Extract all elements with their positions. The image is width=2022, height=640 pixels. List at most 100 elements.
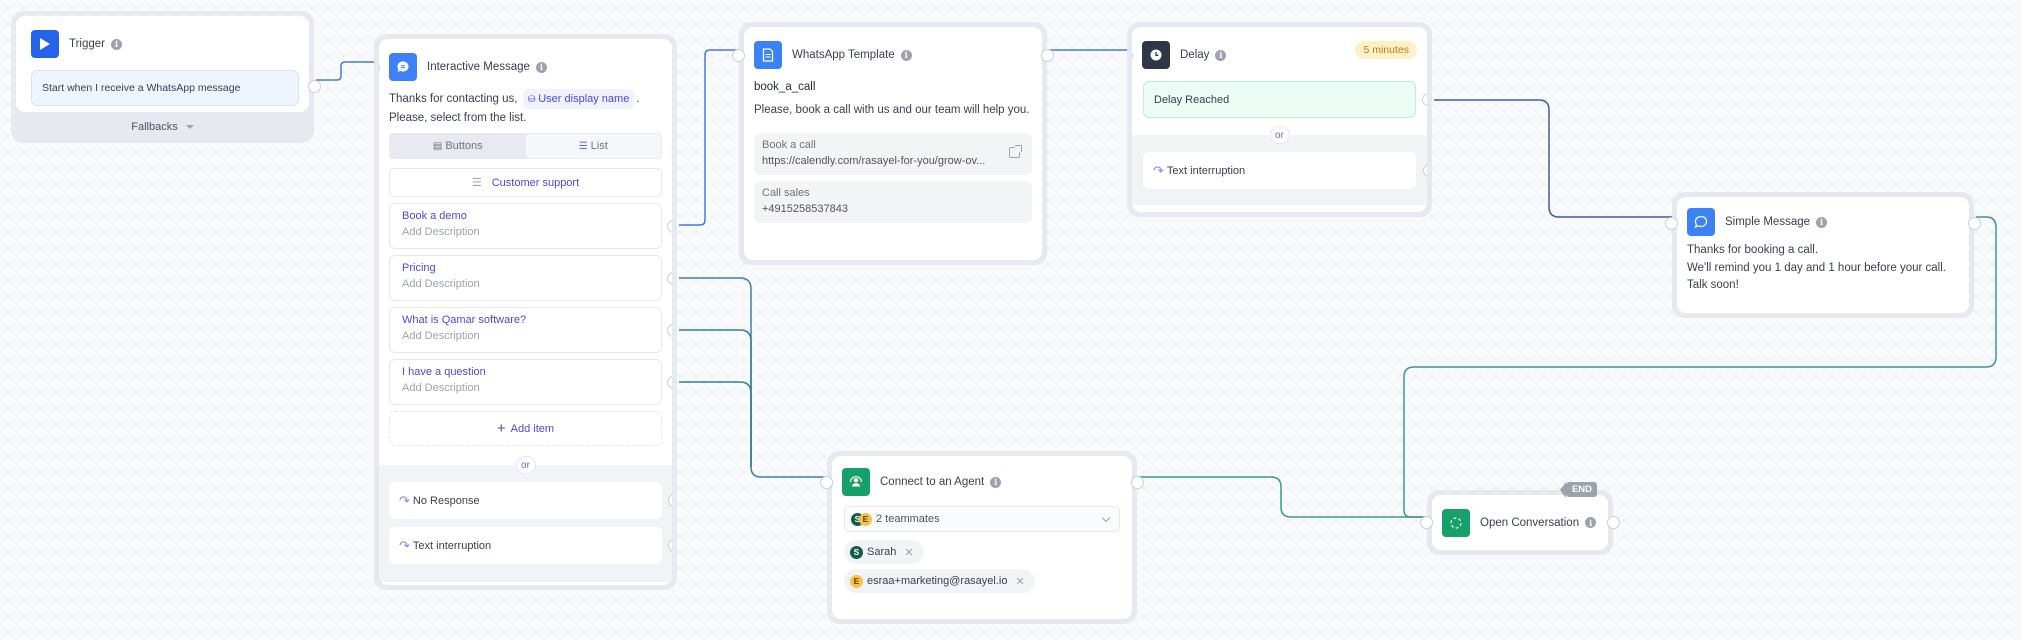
list-item-handle[interactable] [667, 376, 672, 389]
list-item-description[interactable]: Add Description [402, 278, 649, 290]
redirect-icon: ↷ [399, 537, 410, 553]
delay-duration-badge[interactable]: 5 minutes [1355, 41, 1417, 59]
variable-label: User display name [538, 93, 630, 105]
whatsapp-template-node[interactable]: WhatsApp Template i book_a_call Please, … [732, 22, 1054, 265]
list-icon: ☰ [471, 177, 482, 189]
tab-list[interactable]: ☰ List [525, 134, 661, 158]
list-item-description[interactable]: Add Description [402, 382, 649, 394]
edge-pricing-to-agent[interactable] [679, 277, 829, 478]
teammates-select[interactable]: S E 2 teammates [844, 506, 1120, 532]
info-icon[interactable]: i [111, 38, 122, 50]
trigger-output-handle[interactable] [308, 80, 321, 93]
list-item[interactable]: I have a question Add Description [389, 359, 672, 405]
connect-agent-node[interactable]: Connect to an Agent i S E 2 teammates S … [820, 451, 1144, 624]
template-button-phone[interactable]: Call sales +4915258537843 [754, 181, 1032, 223]
mode-toggle: ▤ Buttons ☰ List [389, 133, 662, 159]
edge-qamar-to-agent[interactable] [679, 329, 752, 467]
fallback-handle[interactable] [668, 539, 672, 552]
list-button-label[interactable]: ☰ Customer support [389, 168, 662, 197]
agent-title: Connect to an Agent [880, 476, 985, 488]
simple-input-handle[interactable] [1665, 217, 1678, 230]
list-item[interactable]: What is Qamar software? Add Description [389, 307, 672, 353]
variable-chip[interactable]: ⛁ User display name [522, 89, 635, 109]
body-text-line2: Please, select from the list. [389, 112, 527, 124]
edge-trigger-to-interactive[interactable] [316, 61, 376, 81]
openconv-title: Open Conversation [1480, 516, 1580, 529]
chevron-down-icon[interactable] [1101, 513, 1111, 523]
redirect-icon: ↷ [1153, 162, 1164, 178]
list-item-handle[interactable] [667, 272, 672, 285]
remove-icon[interactable]: ✕ [1015, 575, 1024, 588]
simple-header: Simple Message i [1677, 197, 1969, 239]
fallback-handle[interactable] [1423, 164, 1427, 177]
agent-output-handle[interactable] [1131, 476, 1144, 489]
list-item-handle[interactable] [667, 220, 672, 233]
openconv-output-handle[interactable] [1607, 516, 1620, 529]
openconv-header: Open Conversation i [1432, 495, 1608, 550]
template-input-handle[interactable] [732, 49, 745, 62]
message-line: Talk soon! [1687, 279, 1739, 291]
list-item-title[interactable]: What is Qamar software? [402, 314, 649, 326]
trigger-header: Trigger i [16, 16, 309, 62]
delay-fallbacks-area: ↷ Text interruption [1132, 150, 1427, 205]
trigger-node[interactable]: Trigger i Start when I receive a WhatsAp… [11, 11, 321, 143]
template-button-label: Book a call [762, 139, 816, 151]
list-item-handle[interactable] [667, 324, 672, 337]
list-item[interactable]: Book a demo Add Description [389, 203, 672, 249]
delay-reached-handle[interactable] [1422, 93, 1427, 106]
fallback-no-response[interactable]: ↷ No Response [389, 482, 672, 519]
template-output-handle[interactable] [1041, 49, 1054, 62]
simple-message-node[interactable]: Simple Message i Thanks for booking a ca… [1665, 192, 1981, 318]
or-label: or [515, 456, 536, 474]
tab-buttons[interactable]: ▤ Buttons [390, 134, 526, 158]
document-icon [754, 41, 782, 69]
teammate-chip[interactable]: E esraa+marketing@rasayel.io ✕ [844, 569, 1035, 593]
openconv-input-handle[interactable] [1420, 516, 1433, 529]
edge-agent-to-openconv[interactable] [1139, 476, 1429, 518]
fallback-label: No Response [412, 494, 480, 507]
delay-reached-output[interactable]: Delay Reached [1143, 81, 1427, 118]
list-item-title[interactable]: Pricing [402, 262, 649, 274]
fallback-text-interruption[interactable]: ↷ Text interruption [1143, 152, 1427, 189]
fallbacks-label: Fallbacks [131, 121, 178, 133]
simple-output-handle[interactable] [1968, 217, 1981, 230]
external-link-icon[interactable] [1009, 145, 1022, 158]
trigger-condition[interactable]: Start when I receive a WhatsApp message [31, 70, 299, 106]
info-icon[interactable]: i [900, 49, 912, 61]
info-icon[interactable]: i [535, 61, 547, 73]
list-item-description[interactable]: Add Description [402, 226, 649, 238]
simple-body[interactable]: Thanks for booking a call. We'll remind … [1677, 239, 1969, 295]
info-icon[interactable]: i [1816, 216, 1828, 228]
teammates-summary: 2 teammates [876, 513, 940, 525]
template-button-label: Call sales [762, 187, 810, 199]
remove-icon[interactable]: ✕ [904, 546, 913, 559]
open-conversation-node[interactable]: END Open Conversation i [1420, 482, 1620, 555]
edge-question-to-agent[interactable] [679, 381, 752, 467]
add-item-button[interactable]: + Add item [389, 411, 662, 446]
edge-book-demo-to-template[interactable] [679, 49, 741, 226]
edge-delay-to-simple[interactable] [1434, 99, 1674, 218]
list-item-description[interactable]: Add Description [402, 330, 649, 342]
info-icon[interactable]: i [1585, 517, 1597, 528]
fallback-handle[interactable] [668, 494, 672, 507]
interactive-header: Interactive Message i [379, 39, 672, 85]
agent-input-handle[interactable] [820, 476, 833, 489]
teammate-chip[interactable]: S Sarah ✕ [844, 540, 924, 564]
end-tag: END [1559, 482, 1597, 498]
list-item-title[interactable]: I have a question [402, 366, 649, 378]
database-icon: ⛁ [527, 94, 536, 104]
fallback-text-interruption[interactable]: ↷ Text interruption [389, 527, 672, 564]
teammate-avatars: S E [851, 512, 872, 526]
list-item-title[interactable]: Book a demo [402, 210, 649, 222]
list-item[interactable]: Pricing Add Description [389, 255, 672, 301]
list-button-text: Customer support [491, 176, 580, 189]
info-icon[interactable]: i [1215, 49, 1227, 61]
fallbacks-toggle[interactable]: Fallbacks [16, 121, 309, 133]
delay-node[interactable]: Delay i 5 minutes Delay Reached or ↷ Tex… [1127, 22, 1432, 217]
trigger-title: Trigger [69, 38, 105, 50]
interactive-body[interactable]: Thanks for contacting us, ⛁ User display … [379, 85, 672, 127]
info-icon[interactable]: i [990, 476, 1002, 488]
interactive-message-node[interactable]: Interactive Message i Thanks for contact… [374, 34, 677, 590]
chat-bubble-icon [389, 53, 417, 81]
template-button-url[interactable]: Book a call https://calendly.com/rasayel… [754, 133, 1032, 175]
